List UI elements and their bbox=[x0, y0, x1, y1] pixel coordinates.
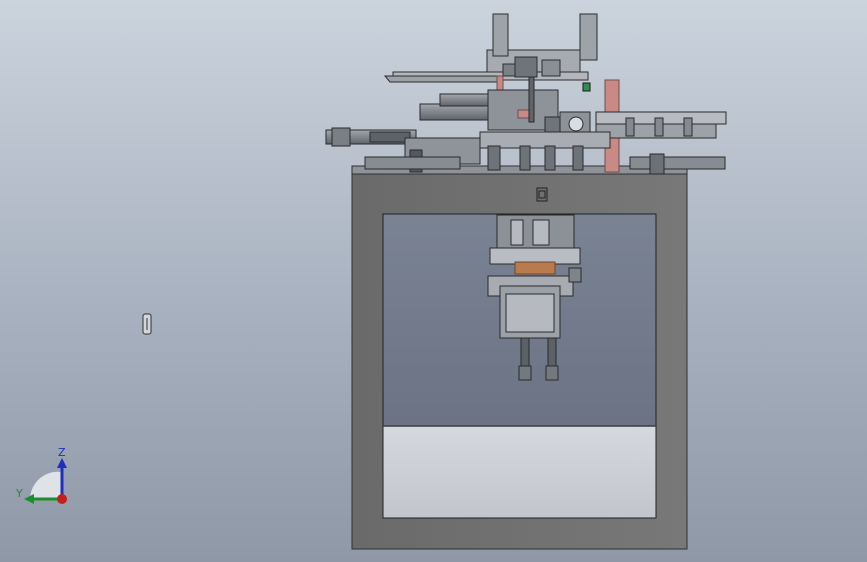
cad-viewport[interactable]: Z Y bbox=[0, 0, 867, 562]
model-scene[interactable]: Z Y bbox=[0, 0, 867, 562]
pointer-cursor-icon bbox=[142, 313, 152, 335]
axis-triad: Z Y bbox=[15, 446, 67, 504]
z-axis-label: Z bbox=[58, 446, 66, 459]
middle-mechanism bbox=[325, 76, 727, 175]
y-axis-label: Y bbox=[15, 487, 23, 500]
